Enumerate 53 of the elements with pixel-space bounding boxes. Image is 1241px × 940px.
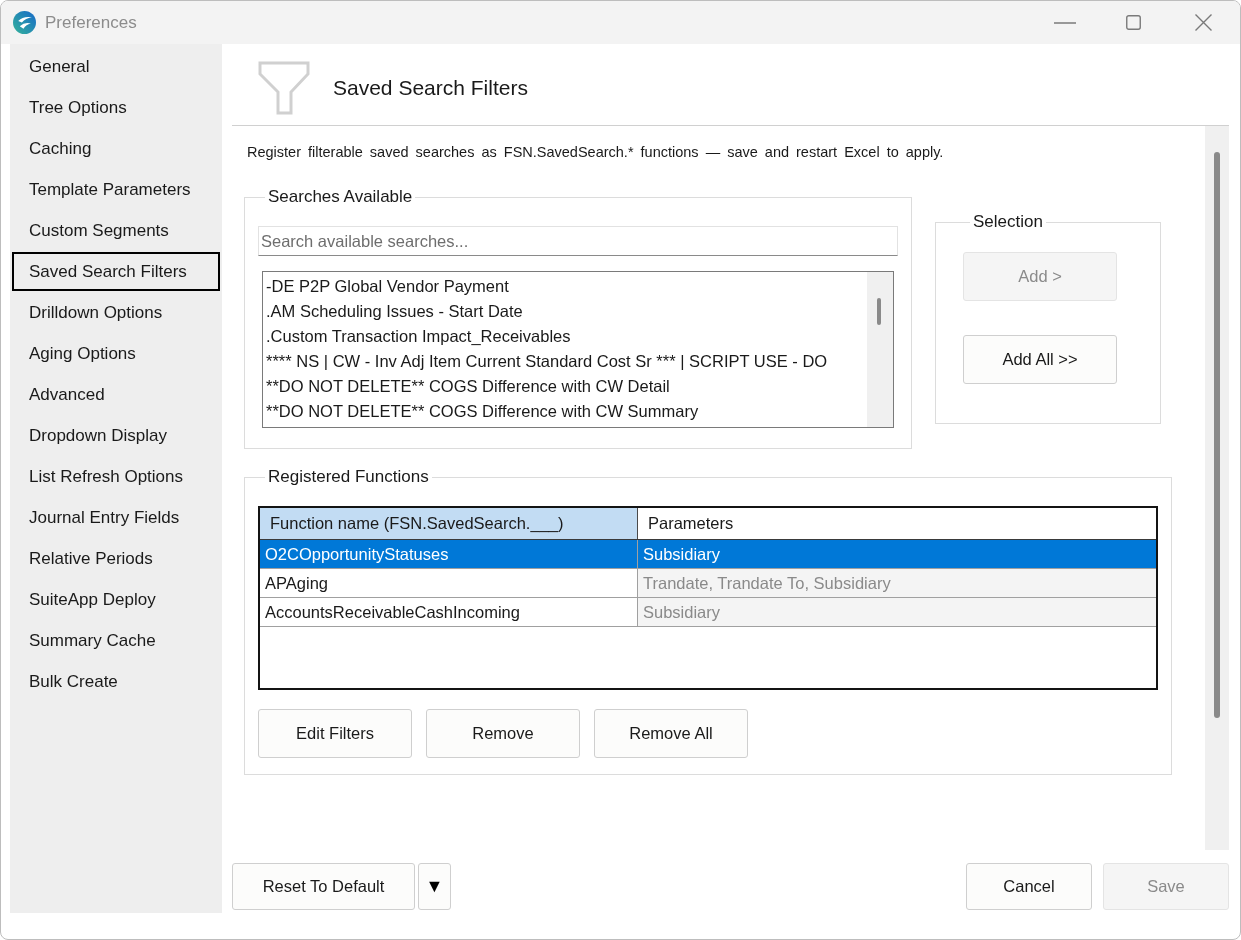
- table-row[interactable]: AccountsReceivableCashIncoming Subsidiary: [260, 598, 1156, 627]
- table-row[interactable]: O2COpportunityStatuses Subsidiary: [260, 540, 1156, 569]
- table-cell-text: APAging: [264, 572, 329, 594]
- scrollbar-thumb[interactable]: [1214, 152, 1220, 718]
- table-row[interactable]: APAging Trandate, Trandate To, Subsidiary: [260, 569, 1156, 598]
- table-cell: O2COpportunityStatuses: [260, 540, 637, 568]
- sidebar-item[interactable]: Advanced: [12, 375, 220, 414]
- window-title: Preferences: [45, 12, 137, 33]
- list-item[interactable]: -DE P2P Global Vendor Payment: [266, 274, 867, 299]
- sidebar-item[interactable]: Journal Entry Fields: [12, 498, 220, 537]
- table-cell-text: AccountsReceivableCashIncoming: [264, 601, 521, 623]
- description-text: Register filterable saved searches as FSN.SavedSearch.* functions — save and restart Excel to apply.: [247, 143, 945, 161]
- remove-button[interactable]: Remove: [426, 709, 580, 758]
- cancel-button[interactable]: Cancel: [966, 863, 1092, 910]
- sidebar-item[interactable]: Template Parameters: [12, 170, 220, 209]
- edit-filters-button[interactable]: Edit Filters: [258, 709, 412, 758]
- sidebar-item[interactable]: List Refresh Options: [12, 457, 220, 496]
- group-label: Selection: [972, 212, 1044, 232]
- sidebar-item[interactable]: Drilldown Options: [12, 293, 220, 332]
- sidebar-item[interactable]: Bulk Create: [12, 662, 220, 701]
- close-icon[interactable]: [1195, 14, 1212, 31]
- add-all-button[interactable]: Add All >>: [963, 335, 1117, 384]
- sidebar-item[interactable]: Summary Cache: [12, 621, 220, 660]
- sidebar-item[interactable]: Tree Options: [12, 88, 220, 127]
- sidebar-item[interactable]: Saved Search Filters: [12, 252, 220, 291]
- search-field[interactable]: Search available searches...: [258, 226, 898, 256]
- sidebar-item[interactable]: SuiteApp Deploy: [12, 580, 220, 619]
- sidebar-item[interactable]: General: [12, 47, 220, 86]
- group-label: Searches Available: [267, 187, 414, 207]
- list-item[interactable]: **DO NOT DELETE** COGS Difference with CW Summary: [266, 399, 867, 424]
- table-cell: Subsidiary: [637, 598, 1156, 626]
- sidebar-item[interactable]: Relative Periods: [12, 539, 220, 578]
- table-cell: Subsidiary: [637, 540, 1156, 568]
- list-item[interactable]: **DO NOT DELETE** COGS Difference with CW Detail: [266, 374, 867, 399]
- app-logo-icon: [13, 11, 36, 34]
- list-item[interactable]: **** NS | CW - Inv Adj Item Current Standard Cost Sr *** | SCRIPT USE - DO: [266, 349, 867, 374]
- list-item[interactable]: .AM Scheduling Issues - Start Date: [266, 299, 867, 324]
- dropdown-button[interactable]: ▼: [418, 863, 451, 910]
- remove-all-button[interactable]: Remove All: [594, 709, 748, 758]
- list-item[interactable]: .Custom Transaction Impact_Receivables: [266, 324, 867, 349]
- page-title: Saved Search Filters: [333, 76, 528, 100]
- reset-to-default-button[interactable]: Reset To Default: [232, 863, 415, 910]
- minimize-icon[interactable]: [1054, 21, 1076, 24]
- sidebar-item[interactable]: Aging Options: [12, 334, 220, 373]
- sidebar-item[interactable]: Custom Segments: [12, 211, 220, 250]
- funnel-icon: [258, 61, 310, 115]
- table-cell: Trandate, Trandate To, Subsidiary: [637, 569, 1156, 597]
- scrollbar-thumb[interactable]: [877, 298, 881, 325]
- sidebar-item[interactable]: Dropdown Display: [12, 416, 220, 455]
- column-header[interactable]: Function name (FSN.SavedSearch.___): [260, 508, 637, 539]
- group-label: Registered Functions: [267, 467, 430, 487]
- maximize-icon[interactable]: [1126, 15, 1141, 30]
- sidebar-item[interactable]: Caching: [12, 129, 220, 168]
